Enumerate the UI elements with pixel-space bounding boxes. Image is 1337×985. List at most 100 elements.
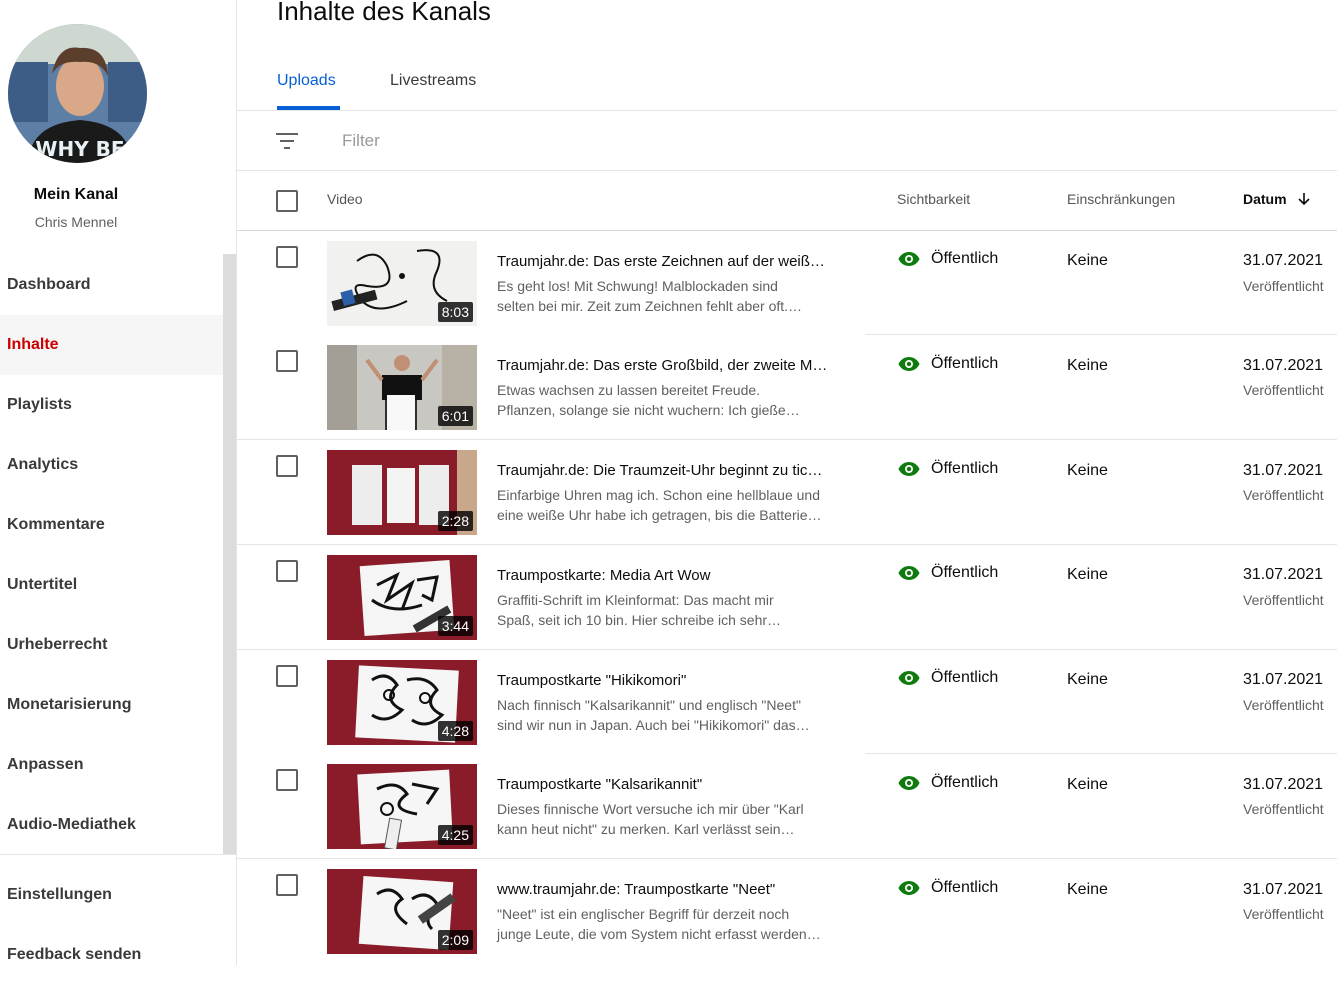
channel-avatar[interactable]: WHY BE (8, 24, 147, 163)
restrictions-value: Keine (1067, 776, 1108, 793)
row-checkbox[interactable] (276, 769, 298, 791)
publish-status: Veröffentlicht (1243, 278, 1324, 294)
sidebar-item-analytics[interactable]: Analytics (0, 435, 223, 495)
eye-icon (898, 671, 920, 685)
visibility-cell[interactable]: Öffentlich (898, 250, 998, 268)
sidebar-item-feedback[interactable]: Feedback senden (0, 925, 223, 985)
video-description-line1: Einfarbige Uhren mag ich. Schon eine hel… (497, 487, 820, 503)
visibility-cell[interactable]: Öffentlich (898, 669, 998, 687)
sidebar-item-anpassen[interactable]: Anpassen (0, 735, 223, 795)
sidebar-item-urheberrecht[interactable]: Urheberrecht (0, 615, 223, 675)
visibility-cell[interactable]: Öffentlich (898, 774, 998, 792)
video-description-line1: Nach finnisch "Kalsarikannit" und englis… (497, 697, 801, 713)
video-thumbnail[interactable]: 4:25 (327, 764, 477, 849)
video-thumbnail[interactable]: 2:09 (327, 869, 477, 954)
eye-icon (898, 776, 920, 790)
video-description-line1: "Neet" ist ein englischer Begriff für de… (497, 906, 790, 922)
select-all-checkbox[interactable] (276, 190, 298, 212)
row-checkbox[interactable] (276, 455, 298, 477)
video-description-line1: Es geht los! Mit Schwung! Malblockaden s… (497, 278, 778, 294)
channel-title: Mein Kanal (33, 186, 119, 203)
video-title[interactable]: Traumpostkarte "Kalsarikannit" (497, 776, 852, 793)
row-checkbox[interactable] (276, 665, 298, 687)
video-title[interactable]: www.traumjahr.de: Traumpostkarte "Neet" (497, 881, 852, 898)
visibility-label: Öffentlich (931, 250, 999, 267)
video-duration: 8:03 (437, 302, 473, 322)
row-checkbox[interactable] (276, 874, 298, 896)
video-thumbnail[interactable]: 6:01 (327, 345, 477, 430)
sidebar-item-playlists[interactable]: Playlists (0, 375, 223, 435)
eye-icon (898, 252, 920, 266)
sidebar: WHY BE Mein Kanal Chris Mennel Dashboard… (0, 0, 237, 965)
video-title[interactable]: Traumpostkarte: Media Art Wow (497, 567, 852, 584)
sidebar-item-label: Inhalte (7, 336, 59, 353)
sort-arrow-down-icon (1298, 193, 1311, 206)
restrictions-value: Keine (1067, 881, 1108, 898)
sidebar-item-monetarisierung[interactable]: Monetarisierung (0, 675, 223, 735)
publish-status: Veröffentlicht (1243, 592, 1324, 608)
video-description-line2: sind wir nun in Japan. Auch bei "Hikikom… (497, 717, 810, 733)
video-title[interactable]: Traumpostkarte "Hikikomori" (497, 672, 852, 689)
video-description-line2: Spaß, seit ich 10 bin. Hier schreibe ich… (497, 612, 782, 628)
row-checkbox[interactable] (276, 560, 298, 582)
column-header-date-label: Datum (1243, 191, 1287, 207)
sidebar-item-label: Kommentare (7, 516, 105, 533)
date-value: 31.07.2021 (1243, 566, 1324, 583)
video-thumbnail[interactable]: 4:28 (327, 660, 477, 745)
filter-divider (237, 170, 1337, 171)
sidebar-item-label: Einstellungen (7, 886, 112, 903)
video-thumbnail[interactable]: 3:44 (327, 555, 477, 640)
sidebar-item-label: Anpassen (7, 756, 84, 773)
date-value: 31.07.2021 (1243, 671, 1324, 688)
publish-status: Veröffentlicht (1243, 697, 1324, 713)
row-checkbox[interactable] (276, 246, 298, 268)
video-title[interactable]: Traumjahr.de: Das erste Zeichnen auf der… (497, 253, 852, 270)
row-checkbox[interactable] (276, 350, 298, 372)
sidebar-item-kommentare[interactable]: Kommentare (0, 495, 223, 555)
row-divider (865, 334, 1337, 335)
date-value: 31.07.2021 (1243, 776, 1324, 793)
restrictions-value: Keine (1067, 671, 1108, 688)
tabs-divider (237, 110, 1337, 111)
sidebar-item-untertitel[interactable]: Untertitel (0, 555, 223, 615)
filter-input[interactable]: Filter (342, 131, 380, 151)
date-value: 31.07.2021 (1243, 462, 1324, 479)
visibility-cell[interactable]: Öffentlich (898, 460, 998, 478)
tab-livestreams[interactable]: Livestreams (390, 72, 476, 90)
sidebar-item-dashboard[interactable]: Dashboard (0, 255, 223, 315)
filter-icon[interactable] (276, 131, 298, 151)
eye-icon (898, 566, 920, 580)
row-divider (237, 858, 1337, 859)
sidebar-item-inhalte[interactable]: Inhalte (0, 315, 223, 375)
publish-status: Veröffentlicht (1243, 801, 1324, 817)
video-duration: 2:28 (437, 511, 473, 531)
sidebar-scrollbar[interactable] (223, 254, 236, 854)
visibility-cell[interactable]: Öffentlich (898, 564, 998, 582)
column-header-date[interactable]: Datum (1243, 191, 1311, 207)
video-description-line2: Pflanzen, solange sie nicht wuchern: Ich… (497, 402, 800, 418)
video-thumbnail[interactable]: 2:28 (327, 450, 477, 535)
tab-uploads[interactable]: Uploads (277, 72, 336, 90)
sidebar-divider (0, 854, 236, 855)
video-title[interactable]: Traumjahr.de: Das erste Großbild, der zw… (497, 357, 852, 374)
publish-status: Veröffentlicht (1243, 487, 1324, 503)
sidebar-item-label: Monetarisierung (7, 696, 132, 713)
row-divider (237, 439, 1337, 440)
visibility-cell[interactable]: Öffentlich (898, 355, 998, 373)
column-header-restrictions[interactable]: Einschränkungen (1067, 191, 1175, 207)
visibility-cell[interactable]: Öffentlich (898, 879, 998, 897)
video-duration: 4:25 (437, 825, 473, 845)
sidebar-item-einstellungen[interactable]: Einstellungen (0, 865, 223, 925)
video-title[interactable]: Traumjahr.de: Die Traumzeit-Uhr beginnt … (497, 462, 852, 479)
row-divider (237, 544, 1337, 545)
sidebar-item-label: Untertitel (7, 576, 78, 593)
video-duration: 3:44 (437, 616, 473, 636)
column-header-video: Video (327, 191, 363, 207)
visibility-label: Öffentlich (931, 669, 999, 686)
visibility-label: Öffentlich (931, 564, 999, 581)
video-description-line2: junge Leute, die vom System nicht erfass… (497, 926, 821, 942)
video-thumbnail[interactable]: 8:03 (327, 241, 477, 326)
sidebar-item-audio-mediathek[interactable]: Audio-Mediathek (0, 795, 223, 855)
video-description-line1: Dieses finnische Wort versuche ich mir ü… (497, 801, 804, 817)
column-header-visibility[interactable]: Sichtbarkeit (897, 191, 970, 207)
